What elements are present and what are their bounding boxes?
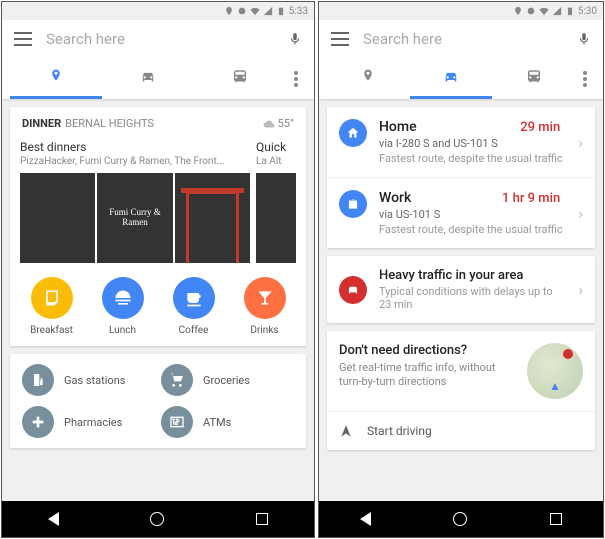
nav-home[interactable] [150,512,164,526]
category-row: Breakfast Lunch Coffee Drinks [10,263,306,346]
lunch-icon [113,288,133,308]
home-icon [346,126,360,140]
tab-driving[interactable] [102,58,194,99]
menu-icon[interactable] [14,32,32,46]
tab-transit[interactable] [194,58,286,99]
traffic-icon [346,283,360,297]
work-icon [346,197,360,211]
status-bar: 5:30 [319,2,603,20]
services-card: Gas stations Groceries Pharmacies ATMs [10,354,306,448]
search-input[interactable]: Search here [363,30,563,48]
dinner-image: Fumi Curry & Ramen [97,173,172,263]
search-input[interactable]: Search here [46,30,274,48]
dinner-card: DINNER BERNAL HEIGHTS 55° Best dinners P… [10,107,306,346]
battery-icon [565,6,575,16]
menu-icon[interactable] [331,32,349,46]
wifi-icon [250,6,260,16]
more-icon[interactable] [575,59,595,99]
breakfast-icon [42,288,62,308]
cart-icon [169,372,185,388]
signal-icon [263,6,273,16]
chevron-right-icon: › [578,204,583,223]
cat-coffee[interactable]: Coffee [158,277,229,336]
atm-icon [169,414,185,430]
clock: 5:30 [578,6,597,17]
nav-back[interactable] [360,512,371,526]
destinations-card: Home29 min via I-280 S and US-101 S Fast… [327,107,595,248]
phone-explore: 5:33 Search here DINNER BERNAL HEIGHTS 5… [1,1,315,538]
sync-icon [237,6,247,16]
chevron-right-icon: › [578,133,583,152]
nav-recent[interactable] [550,513,562,525]
signal-icon [552,6,562,16]
tabs [319,58,603,99]
mic-icon[interactable] [288,30,302,48]
svc-groceries[interactable]: Groceries [161,364,294,396]
drinks-icon [255,288,275,308]
location-icon [513,6,523,16]
phone-driving: 5:30 Search here Home29 min via I-280 S … [318,1,604,538]
start-driving-button[interactable]: Start driving [327,411,595,450]
nav-home[interactable] [453,512,467,526]
search-bar[interactable]: Search here [319,20,603,58]
dinner-location: BERNAL HEIGHTS [65,117,262,130]
cat-breakfast[interactable]: Breakfast [16,277,87,336]
tab-explore[interactable] [327,58,410,99]
dest-work[interactable]: Work1 hr 9 min via US-101 S Fastest rout… [327,178,595,248]
mic-icon[interactable] [577,30,591,48]
battery-icon [276,6,286,16]
promo-title: Don't need directions? [339,343,517,358]
chevron-right-icon: › [578,280,583,299]
wifi-icon [539,6,549,16]
navigation-icon [339,424,353,438]
svc-atms[interactable]: ATMs [161,406,294,438]
cloud-icon [263,118,275,130]
dinner-title: DINNER [22,117,61,130]
nav-bar [319,501,603,537]
promo-text: Get real-time traffic info, without turn… [339,361,517,390]
tab-driving[interactable] [410,58,493,99]
tab-explore[interactable] [10,58,102,99]
dinner-image [256,173,296,263]
traffic-card[interactable]: Heavy traffic in your area Typical condi… [327,256,595,323]
content-explore: DINNER BERNAL HEIGHTS 55° Best dinners P… [2,99,314,501]
pharmacy-icon [30,414,46,430]
dinner-item-main[interactable]: Best dinners PizzaHacker, Fumi Curry & R… [20,140,250,263]
svc-pharmacies[interactable]: Pharmacies [22,406,155,438]
more-icon[interactable] [286,59,306,99]
nav-back[interactable] [48,512,59,526]
status-bar: 5:33 [2,2,314,20]
dinner-image [20,173,95,263]
svc-gas[interactable]: Gas stations [22,364,155,396]
search-bar[interactable]: Search here [2,20,314,58]
sync-icon [526,6,536,16]
cat-lunch[interactable]: Lunch [87,277,158,336]
tabs [2,58,314,99]
clock: 5:33 [289,6,308,17]
promo-image [527,343,583,399]
coffee-icon [184,288,204,308]
nav-recent[interactable] [256,513,268,525]
content-driving: Home29 min via I-280 S and US-101 S Fast… [319,99,603,501]
location-icon [224,6,234,16]
promo-card: Don't need directions? Get real-time tra… [327,331,595,450]
weather: 55° [263,117,294,130]
nav-bar [2,501,314,537]
dinner-image [175,173,250,263]
tab-transit[interactable] [492,58,575,99]
gas-icon [30,372,46,388]
dinner-item-peek[interactable]: Quick La Alt [256,140,296,263]
dest-home[interactable]: Home29 min via I-280 S and US-101 S Fast… [327,107,595,178]
cat-drinks[interactable]: Drinks [229,277,300,336]
